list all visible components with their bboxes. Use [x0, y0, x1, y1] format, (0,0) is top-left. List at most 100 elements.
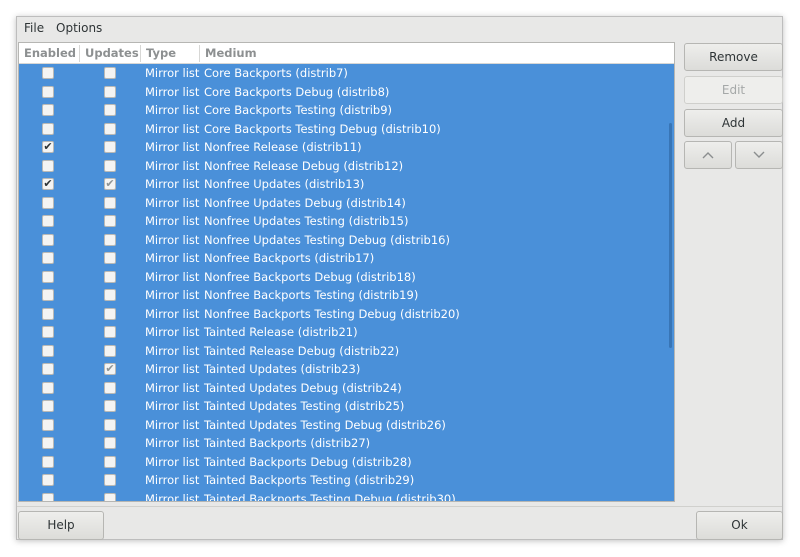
updates-checkbox[interactable]	[104, 85, 116, 98]
type-cell: Mirror list	[145, 473, 200, 487]
type-cell: Mirror list	[145, 380, 200, 395]
enabled-checkbox[interactable]	[42, 215, 54, 227]
updates-checkbox[interactable]	[104, 326, 116, 338]
media-row[interactable]: Mirror list Tainted Updates Testing (dist…	[19, 397, 674, 416]
media-row[interactable]: Mirror list Tainted Release (distrib21)	[19, 323, 674, 342]
media-row[interactable]: Mirror list Core Backports Debug (distrib…	[19, 83, 674, 102]
enabled-checkbox[interactable]	[42, 363, 54, 375]
column-header-enabled[interactable]: Enabled	[24, 43, 76, 64]
media-list[interactable]: Enabled Updates Type Medium Mirror list C…	[18, 42, 675, 502]
media-row[interactable]: Mirror list Nonfree Updates Debug (distri…	[19, 194, 674, 213]
enabled-checkbox[interactable]	[42, 122, 54, 135]
enabled-checkbox[interactable]	[42, 270, 54, 283]
enabled-checkbox[interactable]	[42, 492, 54, 501]
updates-checkbox[interactable]	[104, 141, 116, 153]
enabled-checkbox[interactable]	[42, 381, 54, 394]
media-row[interactable]: Mirror list Tainted Backports (distrib27)	[19, 434, 674, 453]
updates-checkbox[interactable]	[104, 270, 116, 283]
media-row[interactable]: Mirror list Tainted Updates Debug (distri…	[19, 379, 674, 398]
enabled-checkbox[interactable]: ✔	[42, 141, 54, 153]
medium-cell: Core Backports Testing Debug (distrib10)	[204, 121, 441, 136]
media-row[interactable]: Mirror list Nonfree Backports Debug (dist…	[19, 268, 674, 287]
add-button[interactable]: Add	[684, 109, 783, 137]
media-row[interactable]: Mirror list Tainted Release Debug (distri…	[19, 342, 674, 361]
updates-checkbox[interactable]	[104, 381, 116, 394]
updates-checkbox[interactable]	[104, 252, 116, 264]
media-row[interactable]: Mirror list Tainted Backports Testing Deb…	[19, 490, 674, 502]
ok-button[interactable]: Ok	[696, 511, 783, 540]
updates-checkbox[interactable]	[104, 233, 116, 246]
enabled-checkbox[interactable]	[42, 85, 54, 98]
enabled-checkbox[interactable]	[42, 67, 54, 79]
updates-checkbox[interactable]: ✔	[104, 363, 116, 375]
menu-options[interactable]: Options	[56, 21, 102, 35]
medium-cell: Tainted Backports Testing Debug (distrib…	[204, 491, 456, 502]
medium-cell: Nonfree Updates Testing (distrib15)	[204, 214, 409, 228]
medium-cell: Tainted Backports Debug (distrib28)	[204, 454, 412, 469]
updates-checkbox[interactable]	[104, 289, 116, 301]
updates-checkbox[interactable]	[104, 400, 116, 412]
updates-checkbox[interactable]	[104, 418, 116, 431]
updates-checkbox[interactable]: ✔	[104, 178, 116, 190]
enabled-checkbox[interactable]	[42, 344, 54, 357]
media-row[interactable]: Mirror list Core Backports Testing Debug …	[19, 120, 674, 139]
updates-checkbox[interactable]	[104, 437, 116, 449]
media-row[interactable]: Mirror list Tainted Updates Testing Debug…	[19, 416, 674, 435]
enabled-checkbox[interactable]	[42, 326, 54, 338]
column-header-updates[interactable]: Updates	[85, 43, 139, 64]
edit-button[interactable]: Edit	[684, 76, 783, 104]
enabled-checkbox[interactable]	[42, 252, 54, 264]
enabled-checkbox[interactable]	[42, 233, 54, 246]
help-button[interactable]: Help	[18, 511, 104, 540]
updates-checkbox[interactable]	[104, 307, 116, 320]
media-row[interactable]: Mirror list Core Backports Testing (distr…	[19, 101, 674, 120]
media-row[interactable]: Mirror list Nonfree Backports Testing Deb…	[19, 305, 674, 324]
media-row[interactable]: Mirror list Tainted Backports Debug (dist…	[19, 453, 674, 472]
updates-checkbox[interactable]	[104, 492, 116, 501]
updates-checkbox[interactable]	[104, 344, 116, 357]
medium-cell: Nonfree Backports (distrib17)	[204, 251, 375, 265]
move-up-button[interactable]	[684, 141, 732, 169]
enabled-checkbox[interactable]	[42, 474, 54, 486]
vertical-scrollbar[interactable]	[669, 123, 672, 348]
medium-cell: Core Backports (distrib7)	[204, 66, 348, 80]
type-cell: Mirror list	[145, 140, 200, 154]
type-cell: Mirror list	[145, 214, 200, 228]
enabled-checkbox[interactable]	[42, 159, 54, 172]
updates-checkbox[interactable]	[104, 159, 116, 172]
column-header-medium[interactable]: Medium	[205, 43, 257, 64]
media-row[interactable]: Mirror list Nonfree Backports (distrib17)	[19, 249, 674, 268]
enabled-checkbox[interactable]	[42, 437, 54, 449]
media-row[interactable]: ✔ Mirror list Tainted Updates (distrib23)	[19, 360, 674, 379]
updates-checkbox[interactable]	[104, 104, 116, 116]
media-row[interactable]: ✔ Mirror list Nonfree Release (distrib11)	[19, 138, 674, 157]
media-row[interactable]: ✔ ✔ Mirror list Nonfree Updates (distrib13)	[19, 175, 674, 194]
media-row[interactable]: Mirror list Nonfree Updates Testing (dist…	[19, 212, 674, 231]
enabled-checkbox[interactable]	[42, 455, 54, 468]
updates-checkbox[interactable]	[104, 196, 116, 209]
updates-checkbox[interactable]	[104, 215, 116, 227]
menu-file[interactable]: File	[24, 21, 44, 35]
updates-checkbox[interactable]	[104, 474, 116, 486]
enabled-checkbox[interactable]	[42, 196, 54, 209]
column-header-type[interactable]: Type	[146, 43, 176, 64]
type-cell: Mirror list	[145, 454, 200, 469]
enabled-checkbox[interactable]: ✔	[42, 178, 54, 190]
enabled-checkbox[interactable]	[42, 289, 54, 301]
type-cell: Mirror list	[145, 436, 200, 450]
enabled-checkbox[interactable]	[42, 400, 54, 412]
updates-checkbox[interactable]	[104, 122, 116, 135]
enabled-checkbox[interactable]	[42, 307, 54, 320]
media-row[interactable]: Mirror list Nonfree Updates Testing Debug…	[19, 231, 674, 250]
enabled-checkbox[interactable]	[42, 104, 54, 116]
media-row[interactable]: Mirror list Core Backports (distrib7)	[19, 64, 674, 83]
enabled-checkbox[interactable]	[42, 418, 54, 431]
move-down-button[interactable]	[735, 141, 783, 169]
type-cell: Mirror list	[145, 343, 200, 358]
media-row[interactable]: Mirror list Tainted Backports Testing (di…	[19, 471, 674, 490]
media-row[interactable]: Mirror list Nonfree Release Debug (distri…	[19, 157, 674, 176]
updates-checkbox[interactable]	[104, 455, 116, 468]
updates-checkbox[interactable]	[104, 67, 116, 79]
media-row[interactable]: Mirror list Nonfree Backports Testing (di…	[19, 286, 674, 305]
remove-button[interactable]: Remove	[684, 43, 783, 71]
